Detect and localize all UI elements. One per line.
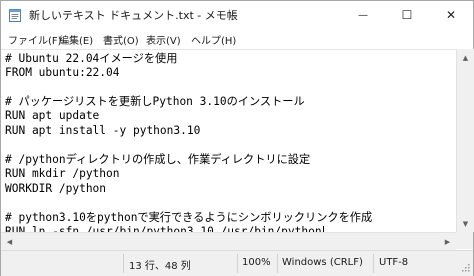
- status-divider: [237, 254, 238, 273]
- editor-line: RUN apt install -y python3.10: [5, 124, 201, 137]
- menu-help[interactable]: ヘルプ(H): [191, 32, 236, 47]
- minimize-icon: —: [358, 9, 368, 21]
- scroll-up-arrow-icon[interactable]: ▲: [457, 49, 474, 66]
- menu-file[interactable]: ファイル(F): [8, 32, 62, 47]
- maximize-button[interactable]: ☐: [385, 1, 429, 29]
- scrollbar-corner: [456, 232, 473, 249]
- menu-view[interactable]: 表示(V): [146, 32, 181, 47]
- editor-line: # Ubuntu 22.04イメージを使用: [5, 52, 178, 65]
- line-ending: Windows (CRLF): [282, 257, 363, 268]
- zoom-level: 100%: [242, 257, 271, 268]
- status-divider: [277, 254, 278, 273]
- vertical-scrollbar[interactable]: ▲ ▼: [456, 49, 474, 232]
- menu-bar: ファイル(F) 編集(E) 書式(O) 表示(V) ヘルプ(H): [1, 29, 473, 49]
- resize-grip-icon[interactable]: [461, 263, 470, 272]
- encoding: UTF-8: [379, 257, 409, 268]
- editor-line: WORKDIR /python: [5, 182, 107, 195]
- editor-line: RUN mkdir /python: [5, 167, 120, 180]
- close-icon: ✕: [445, 8, 457, 22]
- close-button[interactable]: ✕: [429, 1, 473, 29]
- window-title: 新しいテキスト ドキュメント.txt - メモ帳: [29, 9, 238, 22]
- editor-line: RUN apt update: [5, 109, 100, 122]
- maximize-icon: ☐: [401, 8, 413, 22]
- editor-line: # python3.10をpythonで実行できるようにシンボリックリンクを作成: [5, 211, 373, 224]
- editor-line: # パッケージリストを更新しPython 3.10のインストール: [5, 95, 305, 108]
- scroll-left-arrow-icon[interactable]: ◀: [1, 233, 18, 250]
- notepad-window: 新しいテキスト ドキュメント.txt - メモ帳 — ☐ ✕ ファイル(F) 編…: [0, 0, 474, 276]
- notepad-icon: [9, 9, 21, 22]
- scroll-down-arrow-icon[interactable]: ▼: [457, 215, 474, 232]
- cursor-position: 13 行、48 列: [129, 261, 191, 272]
- horizontal-scrollbar[interactable]: ◀ ▶: [1, 232, 456, 250]
- text-editor[interactable]: # Ubuntu 22.04イメージを使用 FROM ubuntu:22.04 …: [1, 49, 456, 233]
- status-bar: 13 行、48 列 100% Windows (CRLF) UTF-8: [1, 250, 473, 276]
- status-divider: [373, 254, 374, 273]
- scroll-right-arrow-icon[interactable]: ▶: [439, 233, 456, 250]
- menu-edit[interactable]: 編集(E): [59, 32, 93, 47]
- status-divider: [123, 254, 124, 273]
- minimize-button[interactable]: —: [341, 1, 385, 29]
- title-bar[interactable]: 新しいテキスト ドキュメント.txt - メモ帳 — ☐ ✕: [1, 1, 473, 29]
- menu-format[interactable]: 書式(O): [103, 32, 139, 47]
- editor-line: # /pythonディレクトリの作成し、作業ディレクトリに設定: [5, 153, 311, 166]
- editor-line: FROM ubuntu:22.04: [5, 66, 120, 79]
